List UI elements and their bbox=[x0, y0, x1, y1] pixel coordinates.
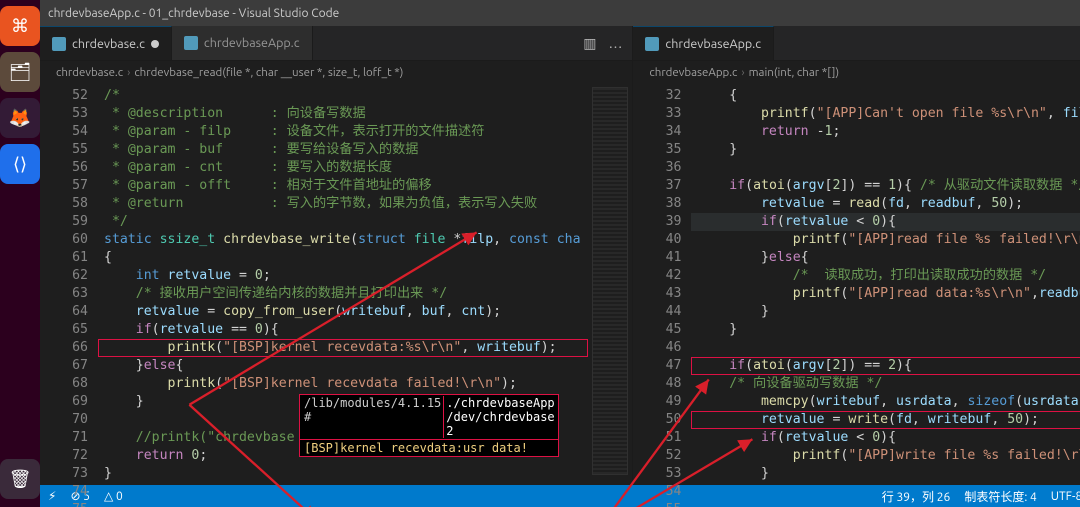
editors-container: 5253545556575859606162636465666768697071… bbox=[40, 83, 1080, 485]
titlebar: chrdevbaseApp.c - 01_chrdevbase - Visual… bbox=[40, 0, 1080, 26]
dock-vscode-icon[interactable]: ⟨⟩ bbox=[0, 144, 40, 184]
editor-right[interactable]: 3233343536373839404142434445464748495051… bbox=[632, 83, 1080, 485]
dock-firefox-icon[interactable]: 🦊 bbox=[0, 98, 40, 138]
line-numbers: 3233343536373839404142434445464748495051… bbox=[633, 83, 691, 485]
minimap[interactable] bbox=[588, 83, 632, 485]
c-file-icon bbox=[645, 37, 659, 51]
breadcrumb-file: chrdevbaseApp.c bbox=[649, 66, 737, 79]
vscode-window: chrdevbaseApp.c - 01_chrdevbase - Visual… bbox=[40, 0, 1080, 507]
line-numbers: 5253545556575859606162636465666768697071… bbox=[40, 83, 98, 485]
status-encoding[interactable]: UTF-8 bbox=[1051, 490, 1080, 503]
tab-chrdevbase-c[interactable]: chrdevbase.c bbox=[40, 26, 172, 60]
breadcrumbs-row: chrdevbase.c › chrdevbase_read(file *, c… bbox=[40, 61, 1080, 83]
breadcrumb[interactable]: chrdevbaseApp.c › main(int, char *[]) bbox=[632, 61, 1080, 83]
dock-trash-icon[interactable]: 🗑 bbox=[0, 459, 40, 499]
editor-tabs-row: chrdevbase.c chrdevbaseApp.c ▥ … chrdevb… bbox=[40, 26, 1080, 61]
c-file-icon bbox=[184, 36, 198, 50]
statusbar: ⚡ ⊘ 5 △ 0 行 39，列 26 制表符长度: 4 UTF-8 CRLF … bbox=[40, 485, 1080, 507]
breadcrumb-file: chrdevbase.c bbox=[56, 66, 123, 79]
breadcrumb-symbol: chrdevbase_read(file *, char __user *, s… bbox=[134, 66, 403, 79]
breadcrumb-symbol: main(int, char *[]) bbox=[749, 66, 839, 79]
dock-files-icon[interactable]: 🗂 bbox=[0, 52, 40, 92]
breadcrumb[interactable]: chrdevbase.c › chrdevbase_read(file *, c… bbox=[40, 61, 632, 83]
tab-label: chrdevbase.c bbox=[72, 37, 145, 51]
tab-chrdevbaseapp-c-left[interactable]: chrdevbaseApp.c bbox=[172, 26, 313, 60]
ubuntu-dock: ⌘ 🗂 🦊 ⟨⟩ 🗑 bbox=[0, 0, 40, 507]
chevron-right-icon: › bbox=[127, 66, 130, 79]
chevron-right-icon: › bbox=[741, 66, 744, 79]
split-editor-icon[interactable]: ▥ bbox=[583, 35, 596, 52]
tab-label: chrdevbaseApp.c bbox=[665, 37, 761, 51]
terminal-output-annotation: /lib/modules/4.1.15 # ./chrdevbaseApp /d… bbox=[299, 394, 559, 457]
window-title: chrdevbaseApp.c - 01_chrdevbase - Visual… bbox=[48, 7, 339, 20]
status-indent[interactable]: 制表符长度: 4 bbox=[964, 488, 1036, 505]
code-area[interactable]: { printf("[APP]Can't open file %s\r\n", … bbox=[691, 83, 1080, 485]
more-actions-icon[interactable]: … bbox=[608, 35, 622, 51]
terminal-output: [BSP]kernel recevdata:usr data! bbox=[299, 440, 559, 457]
dock-launcher-icon[interactable]: ⌘ bbox=[0, 6, 40, 46]
status-warnings[interactable]: △ 0 bbox=[104, 489, 123, 503]
tab-chrdevbaseapp-c-right[interactable]: chrdevbaseApp.c bbox=[633, 26, 774, 60]
terminal-prompt: /lib/modules/4.1.15 # bbox=[304, 396, 441, 438]
terminal-command: ./chrdevbaseApp /dev/chrdevbase 2 bbox=[443, 396, 554, 438]
status-cursor-pos[interactable]: 行 39，列 26 bbox=[882, 488, 951, 505]
c-file-icon bbox=[52, 37, 66, 51]
tab-label: chrdevbaseApp.c bbox=[204, 36, 300, 50]
dirty-indicator-icon bbox=[151, 40, 159, 48]
